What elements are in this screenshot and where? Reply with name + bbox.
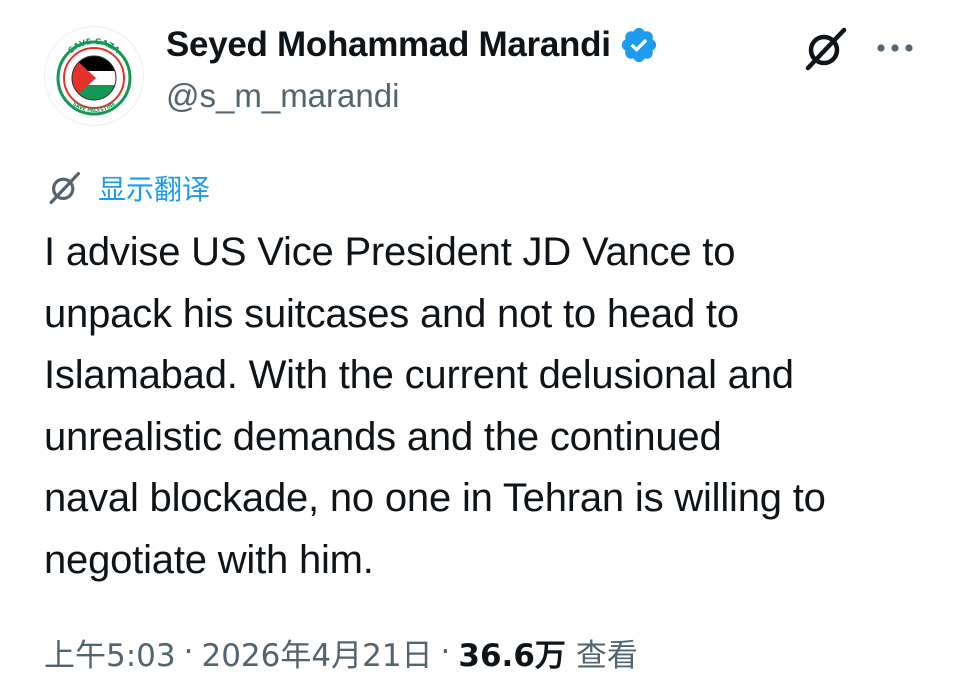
tweet-text: I advise US Vice President JD Vance to u…: [44, 230, 826, 582]
tweet-card: SAVE GAZA SAVE PALESTINE Seyed Mohammad …: [0, 0, 960, 687]
grok-icon: [49, 172, 80, 204]
grok-icon[interactable]: [800, 24, 850, 74]
show-translation-label[interactable]: 显示翻译: [98, 168, 210, 208]
verified-badge-icon[interactable]: [619, 25, 659, 65]
meta-separator: ·: [440, 634, 451, 670]
tweet-date[interactable]: 2026年4月21日: [201, 630, 432, 675]
author-name-row: Seyed Mohammad Marandi: [166, 22, 659, 68]
views-count[interactable]: 36.6万: [458, 630, 566, 675]
show-translation-button[interactable]: 显示翻译: [44, 168, 210, 208]
meta-separator: ·: [183, 634, 194, 670]
author-handle[interactable]: @s_m_marandi: [166, 77, 399, 115]
save-gaza-logo: SAVE GAZA SAVE PALESTINE: [56, 37, 132, 116]
more-horizontal-icon[interactable]: [872, 30, 918, 66]
avatar[interactable]: SAVE GAZA SAVE PALESTINE: [44, 26, 144, 126]
tweet-time[interactable]: 上午5:03: [44, 630, 176, 675]
views-label[interactable]: 查看: [576, 630, 638, 675]
tweet-meta: 上午5:03 · 2026年4月21日 · 36.6万 查看: [44, 628, 638, 676]
display-name[interactable]: Seyed Mohammad Marandi: [166, 25, 611, 65]
